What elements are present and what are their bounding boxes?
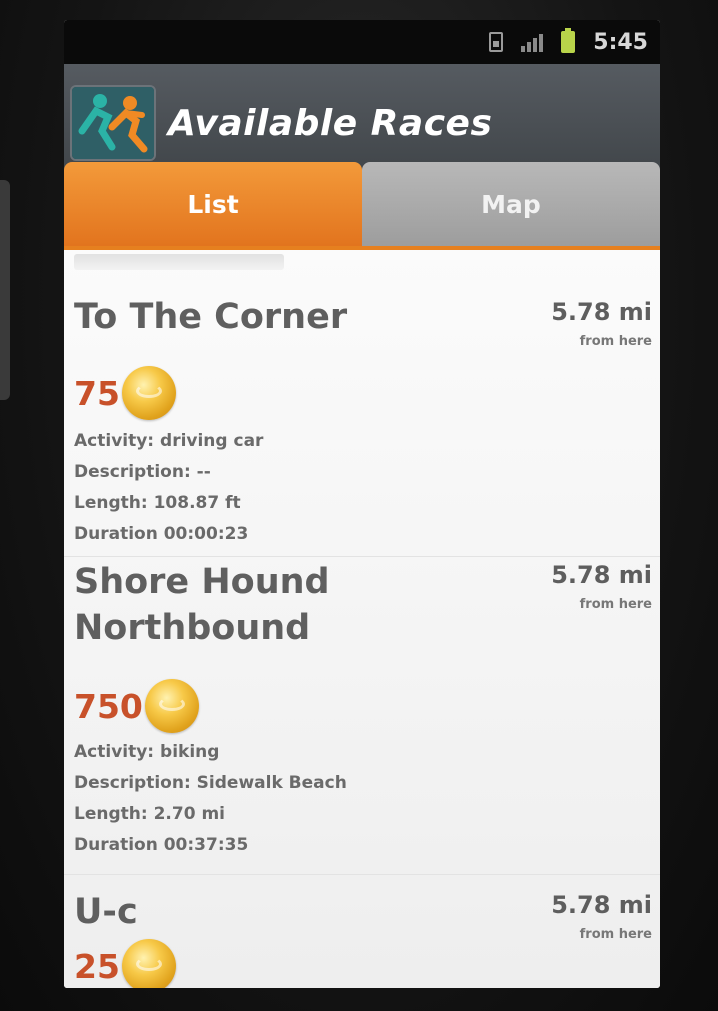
race-points: 75 bbox=[74, 373, 120, 413]
race-name: To The Corner bbox=[74, 297, 348, 337]
tab-bar: List Map bbox=[64, 162, 660, 246]
race-activity: Activity: driving car bbox=[74, 431, 264, 451]
race-length: Length: 2.70 mi bbox=[74, 804, 225, 824]
race-distance: 5.78 mi bbox=[551, 561, 652, 589]
race-length: Length: 108.87 ft bbox=[74, 493, 241, 513]
race-item[interactable]: To The Corner 5.78 mi from here 75 Activ… bbox=[64, 284, 660, 548]
race-distance-label: from here bbox=[579, 927, 652, 942]
tab-list[interactable]: List bbox=[64, 162, 362, 246]
side-button bbox=[0, 180, 10, 400]
tab-map[interactable]: Map bbox=[362, 162, 660, 246]
points-row: 25 bbox=[74, 939, 176, 988]
race-points: 25 bbox=[74, 946, 120, 986]
signal-icon bbox=[521, 32, 544, 52]
race-name: U-c bbox=[74, 892, 138, 932]
race-points: 750 bbox=[74, 686, 143, 726]
status-bar: 5:45 bbox=[64, 20, 660, 64]
phone-frame: 5:45 Available Races List Map To The Cor… bbox=[0, 0, 718, 1011]
race-activity: Activity: biking bbox=[74, 742, 220, 762]
race-duration: Duration 00:37:35 bbox=[74, 835, 249, 855]
coin-icon bbox=[121, 366, 176, 420]
race-description: Description: -- bbox=[74, 462, 211, 482]
race-name: Shore Hound Northbound bbox=[74, 562, 330, 648]
race-item[interactable]: Shore Hound Northbound 5.78 mi from here… bbox=[64, 556, 660, 866]
runner-logo-icon bbox=[70, 85, 156, 161]
coin-icon bbox=[121, 939, 176, 988]
battery-icon bbox=[561, 28, 576, 53]
race-distance: 5.78 mi bbox=[551, 298, 652, 326]
race-list[interactable]: To The Corner 5.78 mi from here 75 Activ… bbox=[64, 250, 660, 988]
status-time: 5:45 bbox=[593, 29, 648, 55]
sim-card-icon bbox=[489, 32, 504, 52]
list-item-partial bbox=[74, 254, 284, 270]
race-duration: Duration 00:00:23 bbox=[74, 524, 249, 544]
race-distance-label: from here bbox=[579, 597, 652, 612]
page-title: Available Races bbox=[168, 102, 493, 144]
race-distance: 5.78 mi bbox=[551, 891, 652, 919]
race-item[interactable]: U-c 5.78 mi from here 25 bbox=[64, 874, 660, 988]
device-screen: 5:45 Available Races List Map To The Cor… bbox=[64, 20, 660, 988]
points-row: 75 bbox=[74, 366, 176, 420]
points-row: 750 bbox=[74, 679, 199, 733]
race-distance-label: from here bbox=[579, 334, 652, 349]
coin-icon bbox=[144, 679, 199, 733]
race-description: Description: Sidewalk Beach bbox=[74, 773, 347, 793]
